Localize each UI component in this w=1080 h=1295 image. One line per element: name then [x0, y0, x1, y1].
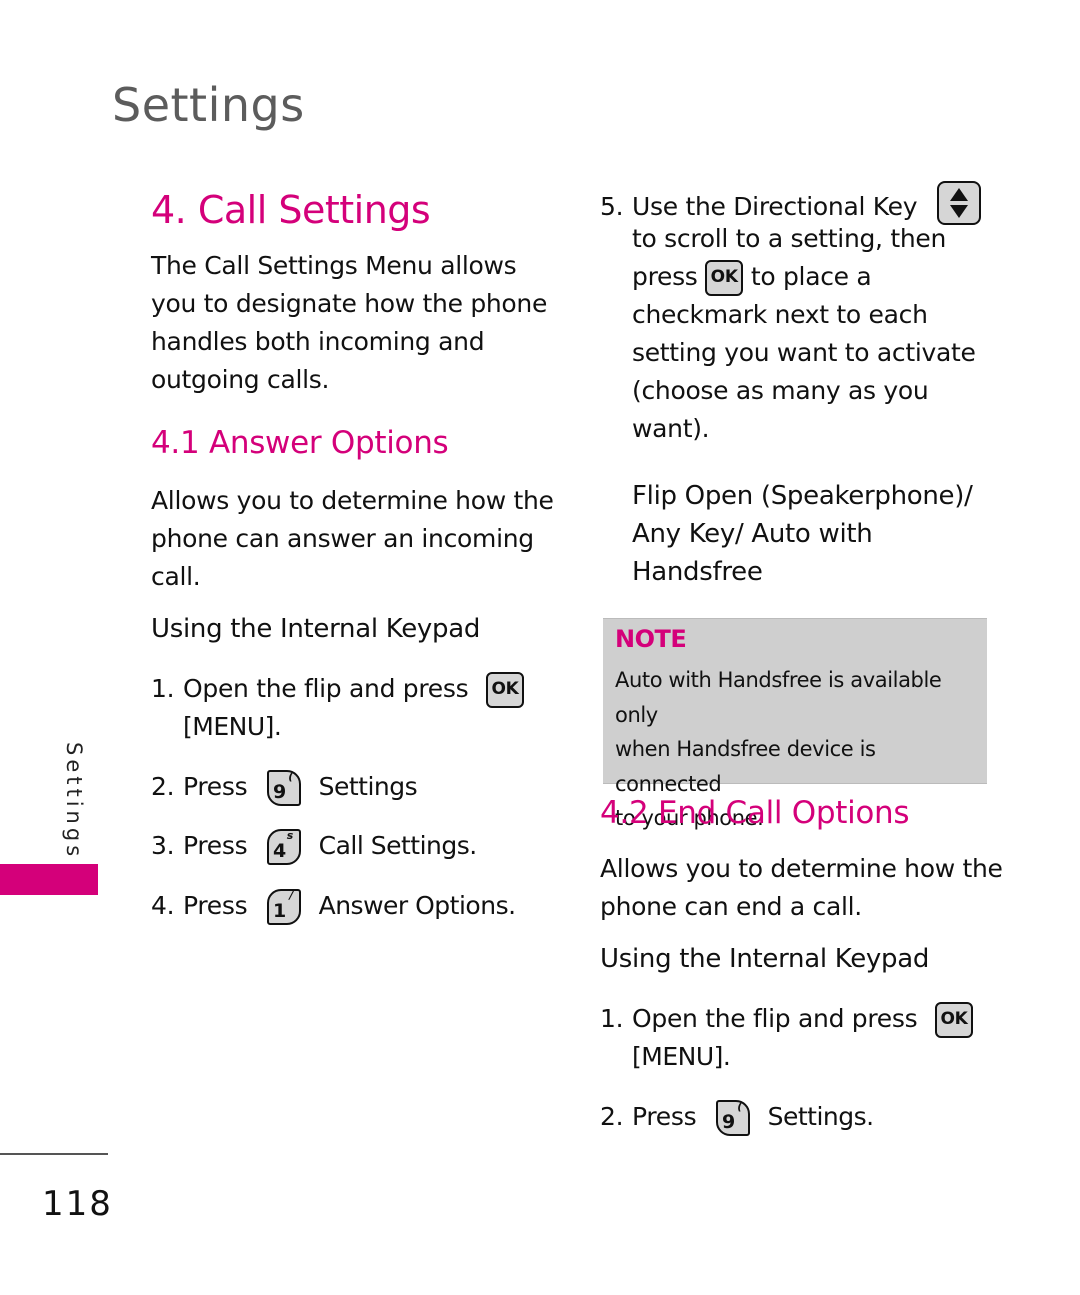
step-text: (choose as many as you [632, 376, 929, 405]
description-line: call. [151, 562, 201, 591]
key-label: 9 [272, 781, 286, 803]
step-number: 4. [151, 891, 175, 920]
step-text: to place a [750, 262, 872, 291]
intro-line: The Call Settings Menu allows [151, 251, 517, 280]
key-label: 4 [272, 840, 286, 862]
key-label: 1 [272, 900, 286, 922]
key-1-icon: 1/ [266, 889, 301, 925]
step-text: Use the Directional Key [632, 192, 918, 221]
step-suffix: Answer Options. [318, 891, 516, 920]
key-sup: s [286, 829, 294, 842]
step-suffix: [MENU]. [183, 712, 282, 741]
page-number: 118 [42, 1184, 113, 1224]
sidebar-label-text: Settings [62, 742, 86, 861]
footer-divider [0, 1153, 108, 1155]
ok-key-icon: OK [485, 672, 524, 708]
answer-step-4: 4. Press 1/ Answer Options. [151, 887, 516, 925]
end-call-options-description: Allows you to determine how the phone ca… [600, 850, 1003, 926]
step-text-line: press OK to place a [600, 258, 990, 296]
end-call-step-2: 2. Press 9( Settings. [600, 1098, 874, 1136]
step-suffix: Settings [318, 772, 418, 801]
step-text: checkmark next to each [632, 300, 928, 329]
note-line: when Handsfree device is connected [615, 737, 876, 796]
key-4-icon: 4s [266, 829, 301, 865]
ok-key-icon: OK [705, 260, 744, 296]
description-line: Allows you to determine how the [151, 486, 554, 515]
intro-line: you to designate how the phone [151, 289, 548, 318]
options-list: Flip Open (Speakerphone)/ Any Key/ Auto … [632, 477, 973, 591]
description-line: phone can answer an incoming [151, 524, 534, 553]
step-number: 1. [151, 674, 175, 703]
ok-key-icon: OK [934, 1002, 973, 1038]
note-line: Auto with Handsfree is available only [615, 668, 942, 727]
key-label: 9 [721, 1111, 735, 1133]
step-text: Press [183, 772, 248, 801]
key-sup: / [289, 889, 293, 902]
step-text: Press [183, 831, 248, 860]
end-call-step-1: 1. Open the flip and press OK [MENU]. [600, 1000, 973, 1076]
sidebar-accent-tab [0, 864, 98, 895]
key-9-icon: 9( [266, 770, 301, 806]
end-call-options-title: 4.2 End Call Options [600, 795, 910, 831]
answer-step-3: 3. Press 4s Call Settings. [151, 827, 477, 865]
option-line: Flip Open (Speakerphone)/ [632, 481, 973, 511]
answer-step-2: 2. Press 9( Settings [151, 768, 418, 806]
answer-options-title: 4.1 Answer Options [151, 425, 449, 461]
note-box: NOTE Auto with Handsfree is available on… [603, 618, 987, 830]
step-suffix: Settings. [767, 1102, 875, 1131]
sidebar-section-label: Settings [52, 742, 92, 860]
description-line: phone can end a call. [600, 892, 862, 921]
option-line: Any Key/ Auto with [632, 519, 873, 549]
step-number: 2. [151, 772, 175, 801]
intro-line: outgoing calls. [151, 365, 330, 394]
note-title: NOTE [615, 625, 687, 653]
page-header-title: Settings [112, 78, 305, 132]
option-line: Handsfree [632, 557, 763, 587]
key-9-icon: 9( [715, 1100, 750, 1136]
step-suffix: [MENU]. [632, 1042, 731, 1071]
step-number: 5. [600, 192, 624, 221]
arrow-up-icon [949, 188, 968, 201]
description-line: Allows you to determine how the [600, 854, 1003, 883]
step-text: setting you want to activate [632, 338, 976, 367]
directional-key-icon [936, 181, 981, 225]
step-text: want). [632, 414, 710, 443]
answer-options-description: Allows you to determine how the phone ca… [151, 482, 554, 596]
arrow-down-icon [949, 205, 968, 218]
answer-options-subhead: Using the Internal Keypad [151, 614, 481, 644]
step-number: 1. [600, 1004, 624, 1033]
answer-step-1: 1. Open the flip and press OK [MENU]. [151, 670, 524, 746]
step-text: Press [632, 1102, 697, 1131]
intro-line: handles both incoming and [151, 327, 485, 356]
section-title: 4. Call Settings [151, 188, 431, 232]
key-sup: ( [288, 770, 293, 783]
step-text: to scroll to a setting, then [632, 224, 947, 253]
step-text: Press [183, 891, 248, 920]
end-call-options-subhead: Using the Internal Keypad [600, 944, 930, 974]
section-intro: The Call Settings Menu allows you to des… [151, 247, 547, 399]
step-suffix: Call Settings. [318, 831, 478, 860]
answer-step-5: 5. Use the Directional Key to scroll to a… [600, 181, 990, 448]
step-text: press [632, 262, 698, 291]
step-number: 2. [600, 1102, 624, 1131]
step-text: Open the flip and press [632, 1004, 918, 1033]
step-number: 3. [151, 831, 175, 860]
key-sup: ( [737, 1100, 742, 1113]
step-text: Open the flip and press [183, 674, 469, 703]
